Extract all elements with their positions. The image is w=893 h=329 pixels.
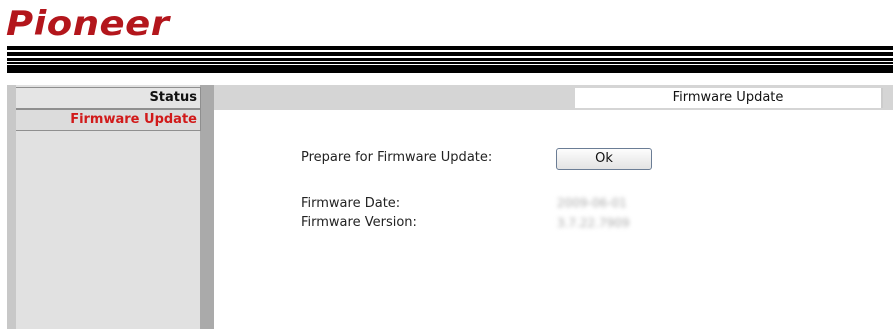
firmware-version-label: Firmware Version: (301, 215, 417, 230)
sidebar: Status Firmware Update (7, 85, 214, 329)
sidebar-item-firmware-update[interactable]: Firmware Update (16, 109, 201, 131)
firmware-date-value: 2009-06-01 (557, 196, 627, 210)
pioneer-logo: Pioneer (6, 3, 170, 44)
prepare-firmware-label: Prepare for Firmware Update: (301, 150, 493, 165)
tab-bar: Firmware Update (214, 85, 893, 110)
firmware-version-value: 3.7.22.7909 (557, 216, 630, 230)
header-stripes (7, 46, 893, 73)
ok-button[interactable]: Ok (556, 148, 652, 170)
tab-firmware-update[interactable]: Firmware Update (575, 88, 881, 108)
sidebar-item-status[interactable]: Status (16, 87, 201, 109)
main-content: Firmware Update Prepare for Firmware Upd… (214, 85, 893, 329)
firmware-date-label: Firmware Date: (301, 196, 401, 211)
